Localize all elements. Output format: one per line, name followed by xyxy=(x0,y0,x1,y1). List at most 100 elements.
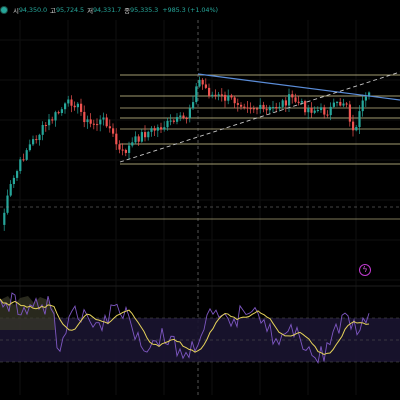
candle-body xyxy=(9,184,12,196)
candle-body xyxy=(137,136,140,142)
candle-body xyxy=(352,121,355,131)
candle-body xyxy=(316,110,319,112)
candle-body xyxy=(124,149,127,153)
candle-body xyxy=(310,108,313,113)
candle-body xyxy=(131,142,134,146)
candle-body xyxy=(38,134,41,141)
candle-body xyxy=(262,104,265,110)
candle-body xyxy=(361,100,364,112)
candle-body xyxy=(192,102,195,109)
candle-body xyxy=(118,144,121,150)
close-value: 95,335.3 xyxy=(130,6,159,14)
candle-body xyxy=(44,125,47,127)
candle-body xyxy=(96,124,99,126)
low-value: 94,331.7 xyxy=(92,6,122,14)
candle-body xyxy=(182,115,185,119)
candle-body xyxy=(150,128,153,132)
open-value: 94,350.0 xyxy=(18,6,48,14)
candle-body xyxy=(240,104,243,107)
candle-body xyxy=(112,128,115,134)
candle-body xyxy=(284,100,287,106)
candle-body xyxy=(35,139,38,141)
candle-body xyxy=(304,101,307,113)
candle-body xyxy=(32,139,35,145)
candle-body xyxy=(243,106,246,108)
candle-body xyxy=(92,123,95,125)
candle-body xyxy=(364,96,367,101)
candle-body xyxy=(3,212,6,225)
candle-body xyxy=(339,101,342,106)
candle-body xyxy=(16,171,19,178)
candle-body xyxy=(323,107,326,115)
candle-body xyxy=(201,79,204,85)
candle-body xyxy=(275,107,278,109)
candle-body xyxy=(348,104,351,122)
candle-body xyxy=(166,120,169,128)
candle-body xyxy=(163,127,166,130)
candle-body xyxy=(108,126,111,129)
candle-body xyxy=(320,107,323,111)
candle-body xyxy=(144,132,147,138)
candle-body xyxy=(76,103,79,108)
candle-body xyxy=(22,159,25,161)
candle-body xyxy=(220,94,223,96)
candle-body xyxy=(99,119,102,125)
candle-body xyxy=(342,103,345,106)
candle-body xyxy=(265,109,268,111)
candle-body xyxy=(179,115,182,118)
candle-body xyxy=(160,127,163,130)
candle-body xyxy=(281,100,284,107)
candle-body xyxy=(297,101,300,103)
candle-body xyxy=(329,106,332,116)
candle-body xyxy=(214,94,217,96)
candle-body xyxy=(227,95,230,101)
candle-body xyxy=(294,97,297,102)
candle-body xyxy=(326,114,329,116)
lightning-alert-icon[interactable]: ϟ xyxy=(359,264,371,276)
candle-body xyxy=(198,79,201,87)
candle-body xyxy=(256,108,259,110)
candle-body xyxy=(204,84,207,88)
candle-body xyxy=(67,99,70,104)
candle-body xyxy=(188,108,191,119)
candle-body xyxy=(300,101,303,103)
candle-body xyxy=(288,94,291,106)
candle-body xyxy=(147,131,150,138)
candle-body xyxy=(128,145,131,153)
candle-body xyxy=(259,104,262,109)
candle-body xyxy=(70,99,73,106)
candle-body xyxy=(83,111,86,123)
candle-body xyxy=(252,108,255,110)
candle-body xyxy=(105,117,108,127)
high-value: 95,724.5 xyxy=(55,6,85,14)
candle-body xyxy=(121,149,124,151)
candle-body xyxy=(140,132,143,142)
candle-body xyxy=(278,106,281,109)
candle-body xyxy=(336,101,339,103)
candle-body xyxy=(345,103,348,105)
candle-body xyxy=(358,111,361,128)
candle-body xyxy=(291,94,294,98)
candle-body xyxy=(54,112,57,121)
candle-body xyxy=(51,119,54,121)
candle-body xyxy=(153,128,156,131)
candle-body xyxy=(332,102,335,107)
candle-body xyxy=(355,127,358,131)
candle-body xyxy=(246,107,249,109)
candle-body xyxy=(89,119,92,124)
candle-body xyxy=(176,117,179,122)
status-dot-icon xyxy=(1,7,7,13)
price-chart[interactable] xyxy=(0,0,400,400)
candle-body xyxy=(211,94,214,96)
candle-body xyxy=(185,118,188,120)
candle-body xyxy=(172,120,175,122)
candle-body xyxy=(169,120,172,122)
candle-body xyxy=(48,119,51,126)
chart-area[interactable] xyxy=(0,0,400,400)
candle-body xyxy=(41,125,44,135)
candle-body xyxy=(249,108,252,110)
candle-body xyxy=(156,127,159,131)
candle-body xyxy=(313,110,316,113)
candle-body xyxy=(25,150,28,160)
candle-body xyxy=(272,107,275,109)
